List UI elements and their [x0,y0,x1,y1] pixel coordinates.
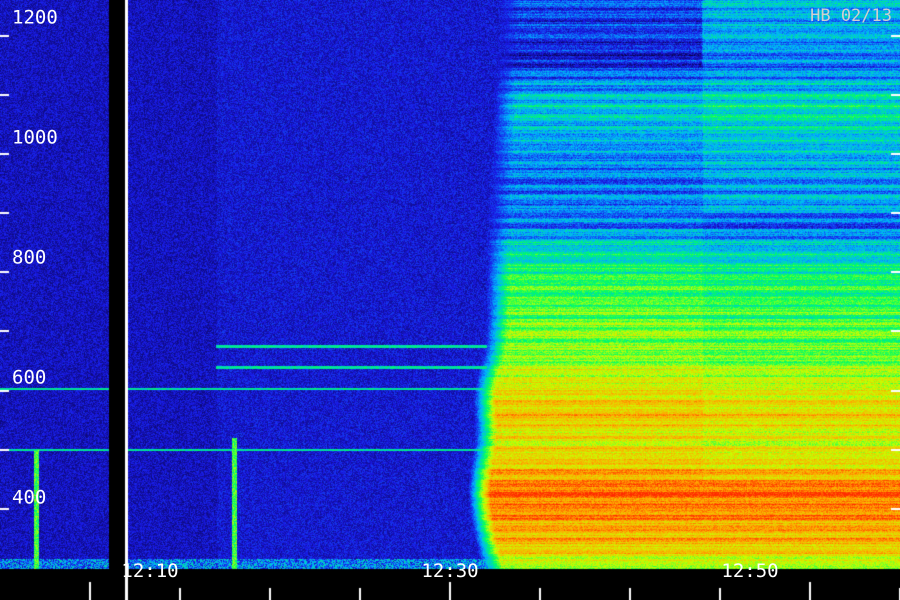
y-tick-label-1200: 1200 [12,6,58,29]
y-tick-label-1000: 1000 [12,126,58,149]
y-tick-label-400: 400 [12,486,47,509]
spectrogram-plot [0,0,900,600]
x-tick-label-1210: 12:10 [121,560,179,582]
y-tick-label-800: 800 [12,246,47,269]
station-date-stamp: HB 02/13 [810,6,892,26]
x-tick-label-1250: 12:50 [721,560,779,582]
x-tick-label-1230: 12:30 [421,560,479,582]
y-tick-label-600: 600 [12,366,47,389]
